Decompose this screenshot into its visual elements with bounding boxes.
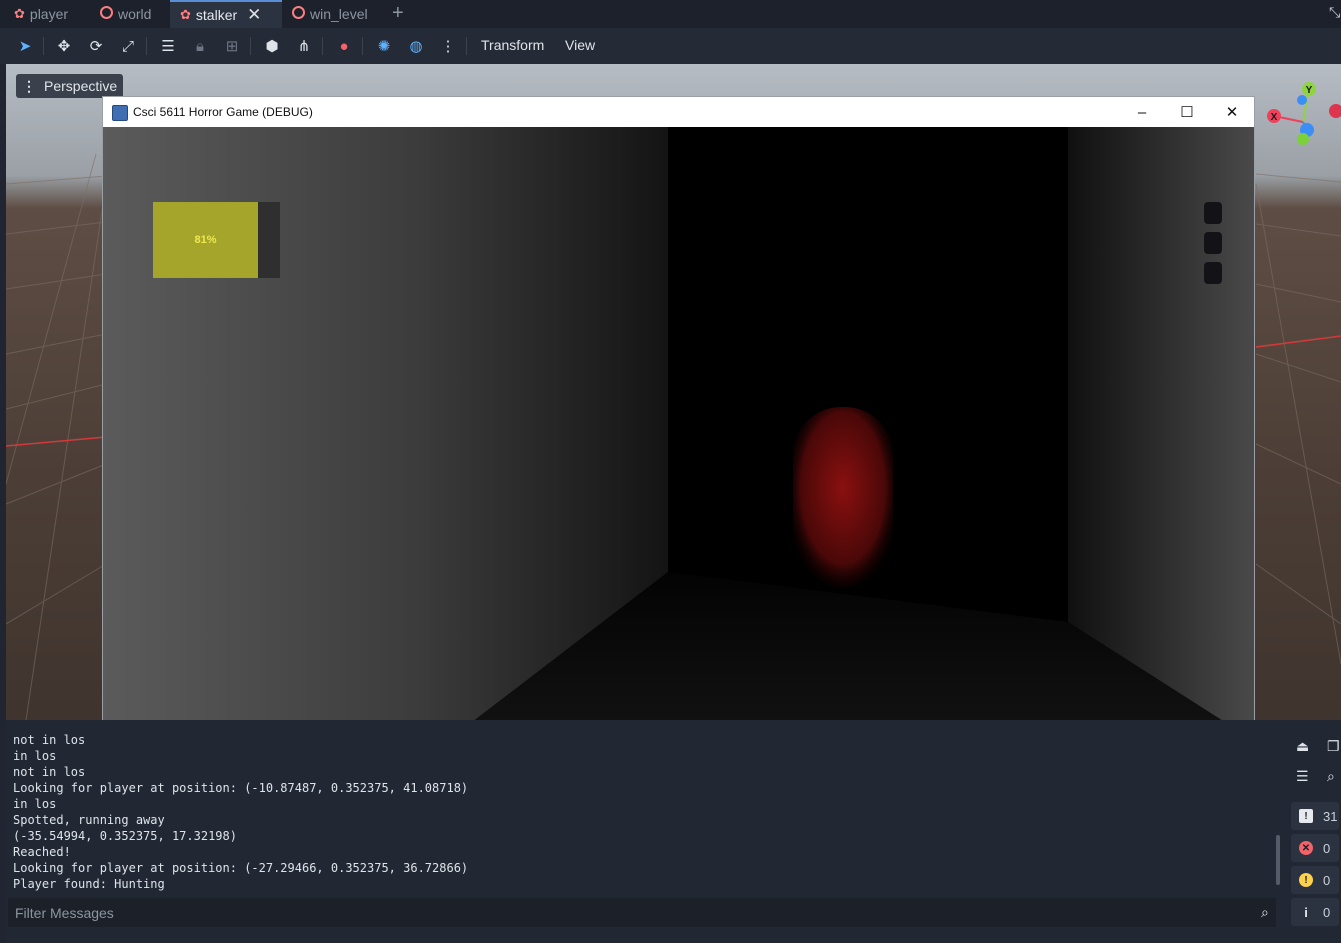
collapse-duplicates-icon[interactable]: ☰ [1296,768,1309,785]
toolbar-separator [362,37,363,55]
output-panel: not in los in los not in los Looking for pl… [6,720,1341,943]
toolbar-separator [466,37,467,55]
toolbar-separator [250,37,251,55]
move-mode-icon[interactable]: ✥ [53,35,75,57]
output-side-controls: ⏏ ❐ ☰ ⌕ ! 31 ✕ 0 ! 0 i 0 [1289,730,1341,930]
stamina-percent: 81% [194,234,217,246]
messages-count: 31 [1323,808,1338,824]
transform-menu[interactable]: Transform [481,37,544,53]
log-line: Spotted, running away [13,813,165,827]
warning-icon: ! [1299,873,1313,887]
game-viewport[interactable]: 81% [103,127,1254,773]
node3d-ring-icon [100,6,113,22]
copy-output-icon[interactable]: ❐ [1327,738,1340,755]
errors-filter-toggle[interactable]: ✕ 0 [1291,834,1339,862]
warnings-filter-toggle[interactable]: ! 0 [1291,866,1339,894]
info-filter-toggle[interactable]: i 0 [1291,898,1339,926]
error-icon: ✕ [1299,841,1313,855]
inventory-slot [1204,262,1222,284]
gizmo-x-label: X [1271,112,1278,123]
log-line: Looking for player at position: (-10.874… [13,781,469,795]
log-line: in los [13,797,57,811]
log-scrollbar[interactable] [1276,835,1280,885]
inventory-slot [1204,232,1222,254]
list-select-icon[interactable]: ☰ [157,35,179,57]
scale-mode-icon[interactable]: ⤢ [117,35,139,57]
view-menu[interactable]: View [565,37,595,53]
more-options-icon[interactable]: ⋮ [437,35,459,57]
game-window-title: Csci 5611 Horror Game (DEBUG) [133,105,313,119]
filter-messages-field[interactable]: Filter Messages ⌕ [8,898,1276,927]
lock-icon[interactable]: 🔒︎ [189,35,211,57]
game-debug-window: Csci 5611 Horror Game (DEBUG) – ☐ ✕ 81% [102,96,1255,774]
tab-label: player [29,6,69,22]
tab-label: world [118,6,152,22]
message-icon: ! [1299,809,1313,823]
log-line: not in los [13,765,86,779]
neg-x-axis-handle [1329,104,1341,118]
snap-icon[interactable]: ⋔ [293,35,315,57]
group-icon[interactable]: ⊞ [221,35,243,57]
inventory-slot [1204,202,1222,224]
log-line: (-35.54994, 0.352375, 17.32198) [13,829,237,843]
node3d-icon: ✿ [180,7,191,22]
info-icon: i [1304,904,1308,920]
close-window-icon[interactable]: ✕ [1209,97,1254,127]
godot-app-icon [112,105,128,121]
errors-count: 0 [1323,840,1331,856]
info-count: 0 [1323,904,1331,920]
distraction-free-icon[interactable]: ⤡ [1329,4,1340,21]
node3d-icon: ✿ [14,6,25,21]
stalker-enemy [793,407,893,587]
scene-tab-bar: ✿ player world ✿ stalker ✕ win_level + ⤡ [0,0,1341,28]
filter-input-placeholder: Filter Messages [15,905,114,921]
tab-label: stalker [195,7,238,23]
neg-y-axis-handle [1297,133,1309,145]
sun-preview-icon[interactable]: ✺ [373,35,395,57]
neg-z-axis-handle [1297,95,1307,105]
messages-filter-toggle[interactable]: ! 31 [1291,802,1339,830]
toolbar-separator [43,37,44,55]
scene-tab-stalker[interactable]: ✿ stalker ✕ [170,0,282,28]
toolbar-separator [322,37,323,55]
perspective-menu-button[interactable]: ⋮ Perspective [16,74,124,98]
menu-dots-icon: ⋮ [22,77,36,94]
game-window-titlebar[interactable]: Csci 5611 Horror Game (DEBUG) – ☐ ✕ [103,97,1254,127]
scene-tab-win-level[interactable]: win_level [292,0,368,28]
search-toggle-icon[interactable]: ⌕ [1327,768,1335,785]
select-mode-icon[interactable]: ➤ [14,35,36,57]
minimize-icon[interactable]: – [1119,97,1165,127]
output-log[interactable]: not in los in los not in los Looking for pl… [13,732,1273,898]
close-icon[interactable]: ✕ [247,5,261,25]
clear-output-icon[interactable]: ⏏ [1296,738,1309,755]
tab-label: win_level [310,6,368,22]
log-line: Looking for player at position: (-27.294… [13,861,469,875]
gizmo-y-label: Y [1306,85,1313,96]
log-line: not in los [13,733,86,747]
maximize-icon[interactable]: ☐ [1164,97,1210,127]
scene-tab-player[interactable]: ✿ player [14,0,68,28]
environment-preview-icon[interactable]: ◍ [405,35,427,57]
warnings-count: 0 [1323,872,1331,888]
search-icon: ⌕ [1261,904,1269,920]
camera-override-icon[interactable]: ● [333,35,355,57]
local-space-icon[interactable]: ⬢ [261,35,283,57]
log-line: Player found: Hunting [13,877,165,891]
add-scene-tab-icon[interactable]: + [392,2,404,25]
log-line: in los [13,749,57,763]
rotate-mode-icon[interactable]: ⟳ [85,35,107,57]
stamina-meter-track [258,202,280,278]
bottom-panel-tabs [6,933,1341,943]
orientation-gizmo[interactable]: Y X [1260,80,1341,160]
toolbar-separator [146,37,147,55]
node3d-ring-icon [292,6,305,22]
perspective-label: Perspective [44,78,118,94]
scene-tab-world[interactable]: world [100,0,151,28]
log-line: Reached! [13,845,71,859]
viewport-toolbar: ➤ ✥ ⟳ ⤢ ☰ 🔒︎ ⊞ ⬢ ⋔ ● ✺ ◍ ⋮ Transform Vie… [0,28,1341,64]
